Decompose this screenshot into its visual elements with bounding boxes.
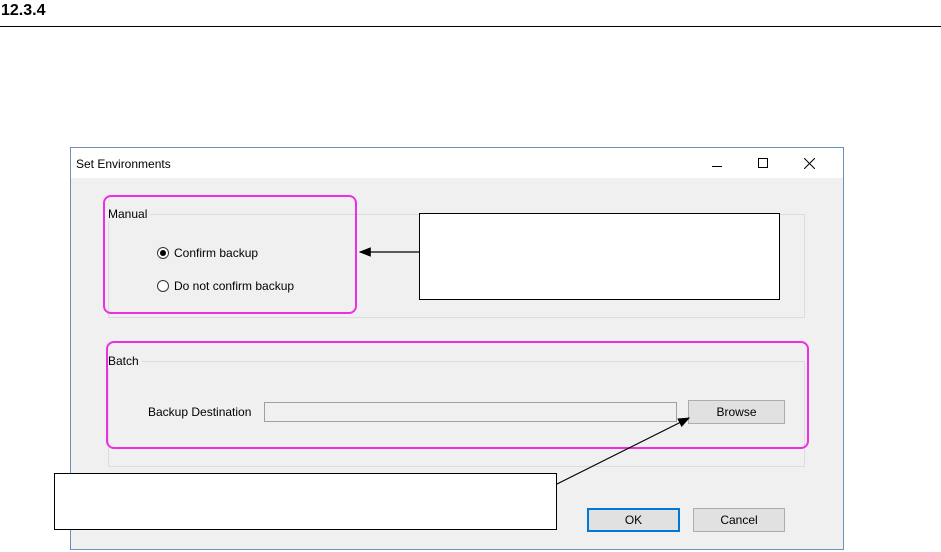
minimize-icon bbox=[712, 166, 722, 167]
minimize-button[interactable] bbox=[694, 148, 740, 178]
section-heading: 12.3.4 bbox=[0, 0, 941, 27]
dialog-title: Set Environments bbox=[76, 157, 171, 171]
maximize-icon bbox=[758, 158, 768, 168]
manual-callout-box bbox=[419, 213, 780, 300]
close-button[interactable] bbox=[786, 148, 832, 178]
ok-button[interactable]: OK bbox=[587, 508, 680, 532]
batch-callout-text bbox=[55, 474, 556, 482]
batch-callout-box bbox=[54, 473, 557, 530]
close-icon bbox=[804, 158, 815, 169]
maximize-button[interactable] bbox=[740, 148, 786, 178]
batch-highlight bbox=[106, 341, 809, 449]
title-bar: Set Environments bbox=[71, 148, 843, 178]
section-number: 12.3.4 bbox=[1, 2, 46, 19]
cancel-button[interactable]: Cancel bbox=[693, 508, 785, 532]
manual-highlight bbox=[103, 195, 357, 314]
manual-callout-text bbox=[420, 214, 779, 222]
